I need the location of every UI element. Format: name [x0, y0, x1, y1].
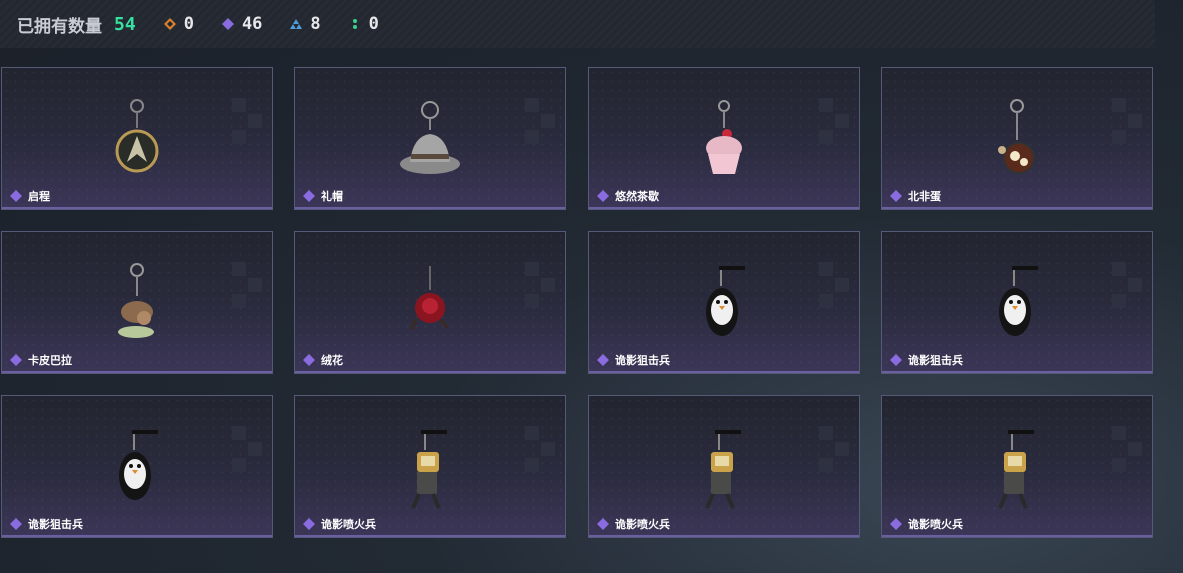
- item-card[interactable]: 诡影狙击兵: [1, 395, 273, 538]
- item-card[interactable]: 卡皮巴拉: [1, 231, 273, 374]
- item-name-row: 启程: [10, 188, 50, 204]
- owned-count-value: 54: [114, 13, 136, 35]
- item-name: 诡影狙击兵: [28, 518, 83, 531]
- capybara-charm-icon: [118, 263, 154, 338]
- stat-purple-value: 46: [241, 14, 263, 34]
- penguin-sniper-charm-icon: [119, 430, 158, 500]
- item-name-row: 北非蛋: [890, 188, 941, 204]
- item-name: 卡皮巴拉: [28, 354, 72, 367]
- stat-orange-value: 0: [183, 14, 194, 34]
- item-name: 启程: [28, 190, 50, 203]
- item-name-row: 绒花: [303, 352, 343, 368]
- fedora-hat-charm-icon: [400, 101, 460, 174]
- purple-diamond-icon: [10, 518, 22, 530]
- stat-purple: 46: [221, 14, 263, 34]
- card-decoration: [525, 262, 555, 312]
- item-card[interactable]: 诡影喷火兵: [588, 395, 860, 538]
- item-card[interactable]: 绒花: [294, 231, 566, 374]
- item-name: 悠然茶歇: [615, 190, 659, 203]
- card-decoration: [1112, 426, 1142, 476]
- penguin-sniper-charm-icon: [706, 266, 745, 336]
- green-dots-icon: [352, 19, 357, 29]
- item-name: 诡影狙击兵: [908, 354, 963, 367]
- flamethrower-soldier-charm-icon: [411, 430, 447, 509]
- purple-diamond-icon: [890, 354, 902, 366]
- item-name: 北非蛋: [908, 190, 941, 203]
- shakshuka-pan-charm-icon: [998, 99, 1035, 174]
- item-name-row: 卡皮巴拉: [10, 352, 72, 368]
- purple-diamond-icon: [597, 354, 609, 366]
- item-name: 礼帽: [321, 190, 343, 203]
- item-name: 绒花: [321, 354, 343, 367]
- stat-blue: 8: [290, 14, 321, 34]
- card-decoration: [232, 426, 262, 476]
- stat-blue-value: 8: [310, 14, 321, 34]
- red-rose-charm-icon: [409, 266, 449, 331]
- item-name: 诡影喷火兵: [321, 518, 376, 531]
- owned-count-label: 已拥有数量: [17, 16, 102, 37]
- purple-diamond-icon: [303, 354, 315, 366]
- purple-diamond-icon: [10, 354, 22, 366]
- stat-green-value: 0: [368, 14, 379, 34]
- item-card[interactable]: 启程: [1, 67, 273, 210]
- item-name: 诡影喷火兵: [615, 518, 670, 531]
- card-decoration: [232, 98, 262, 148]
- item-name-row: 诡影喷火兵: [597, 516, 670, 532]
- item-card[interactable]: 诡影狙击兵: [881, 231, 1153, 374]
- item-name-row: 诡影狙击兵: [10, 516, 83, 532]
- purple-diamond-icon: [10, 190, 22, 202]
- purple-diamond-icon: [303, 190, 315, 202]
- cupcake-charm-icon: [706, 100, 742, 174]
- item-name-row: 诡影喷火兵: [303, 516, 376, 532]
- card-decoration: [232, 262, 262, 312]
- flamethrower-soldier-charm-icon: [705, 430, 741, 509]
- item-card[interactable]: 北非蛋: [881, 67, 1153, 210]
- item-card[interactable]: 悠然茶歇: [588, 67, 860, 210]
- flamethrower-soldier-charm-icon: [998, 430, 1034, 509]
- purple-diamond-icon: [890, 518, 902, 530]
- purple-diamond-icon: [597, 190, 609, 202]
- stat-orange: 0: [163, 14, 194, 34]
- item-name: 诡影狙击兵: [615, 354, 670, 367]
- card-decoration: [819, 98, 849, 148]
- item-card[interactable]: 诡影喷火兵: [294, 395, 566, 538]
- item-card[interactable]: 诡影喷火兵: [881, 395, 1153, 538]
- orange-diamond-icon: [163, 18, 176, 30]
- item-name-row: 诡影喷火兵: [890, 516, 963, 532]
- blue-triangle-icon: [290, 19, 303, 29]
- item-card[interactable]: 诡影狙击兵: [588, 231, 860, 374]
- card-decoration: [1112, 262, 1142, 312]
- stat-green: 0: [349, 14, 379, 34]
- card-decoration: [1112, 98, 1142, 148]
- purple-diamond-icon: [597, 518, 609, 530]
- purple-diamond-icon: [303, 518, 315, 530]
- card-decoration: [525, 98, 555, 148]
- item-name-row: 诡影狙击兵: [597, 352, 670, 368]
- purple-diamond-icon: [221, 18, 234, 30]
- item-name-row: 诡影狙击兵: [890, 352, 963, 368]
- item-name-row: 礼帽: [303, 188, 343, 204]
- card-decoration: [819, 262, 849, 312]
- card-decoration: [819, 426, 849, 476]
- collection-header: 已拥有数量 54 0 46 8 0: [0, 0, 1155, 48]
- compass-charm-icon: [115, 99, 159, 173]
- item-card[interactable]: 礼帽: [294, 67, 566, 210]
- card-decoration: [525, 426, 555, 476]
- penguin-sniper-charm-icon: [999, 266, 1038, 336]
- item-name: 诡影喷火兵: [908, 518, 963, 531]
- purple-diamond-icon: [890, 190, 902, 202]
- item-name-row: 悠然茶歇: [597, 188, 659, 204]
